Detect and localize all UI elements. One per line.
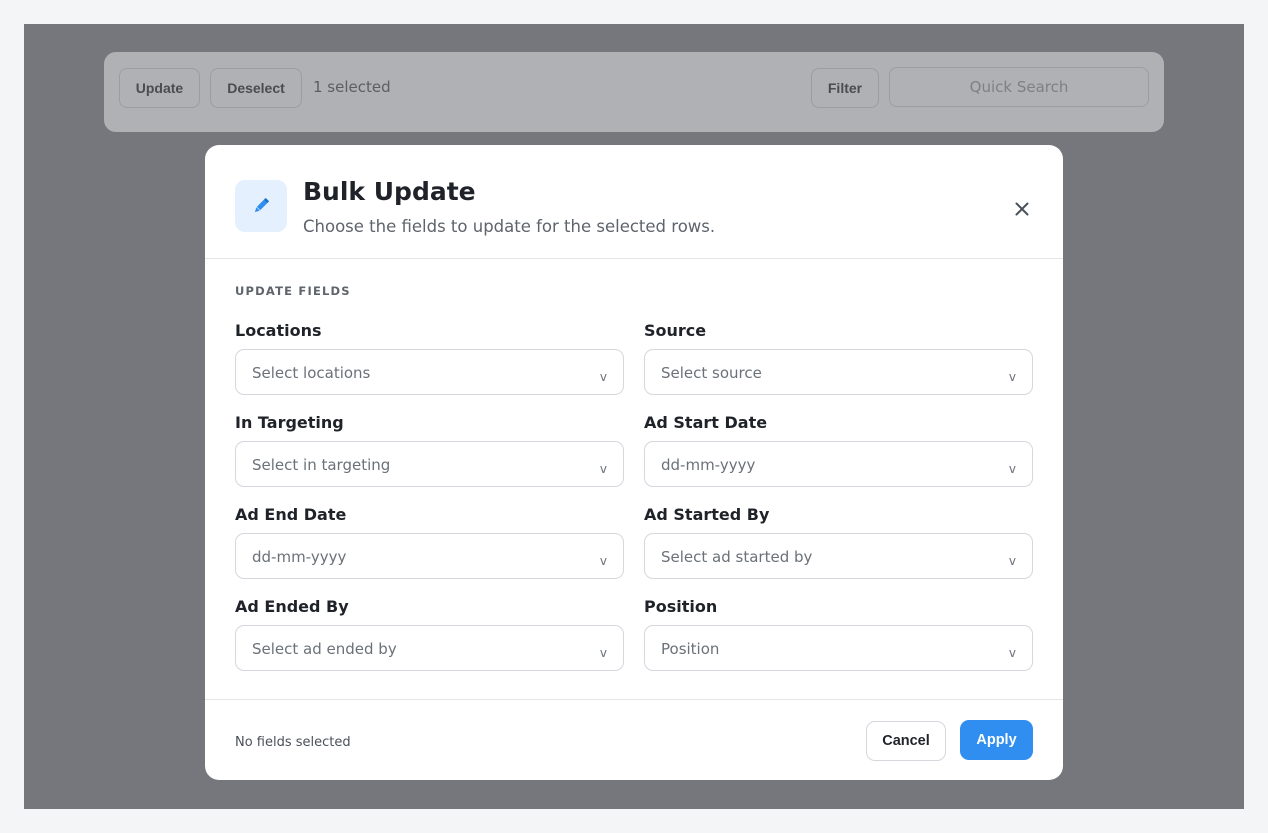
field-label-locations: Locations <box>235 321 322 340</box>
ad-start-date-input[interactable]: dd-mm-yyyy v <box>644 441 1033 487</box>
modal-footer: No fields selected Cancel Apply <box>205 699 1063 780</box>
ad-started-by-select[interactable]: Select ad started by v <box>644 533 1033 579</box>
modal-subtitle: Choose the fields to update for the sele… <box>303 217 716 236</box>
field-label-ad-end-date: Ad End Date <box>235 505 347 524</box>
chevron-down-icon: v <box>599 370 607 384</box>
chevron-down-icon: v <box>1008 646 1016 660</box>
locations-select[interactable]: Select locations v <box>235 349 624 395</box>
field-label-ad-started-by: Ad Started By <box>644 505 770 524</box>
select-placeholder: Select ad started by <box>661 548 813 566</box>
pencil-icon <box>254 198 269 213</box>
select-placeholder: dd-mm-yyyy <box>252 548 347 566</box>
ad-ended-by-select[interactable]: Select ad ended by v <box>235 625 624 671</box>
ad-end-date-input[interactable]: dd-mm-yyyy v <box>235 533 624 579</box>
select-placeholder: Position <box>661 640 720 658</box>
select-placeholder: Select in targeting <box>252 456 391 474</box>
chevron-down-icon: v <box>1008 554 1016 568</box>
chevron-down-icon: v <box>599 646 607 660</box>
chevron-down-icon: v <box>1008 370 1016 384</box>
field-label-position: Position <box>644 597 718 616</box>
chevron-down-icon: v <box>1008 462 1016 476</box>
chevron-down-icon: v <box>599 554 607 568</box>
selection-status: No fields selected <box>235 735 351 750</box>
select-placeholder: dd-mm-yyyy <box>661 456 756 474</box>
deselect-button[interactable]: Deselect <box>210 68 302 108</box>
field-label-ad-ended-by: Ad Ended By <box>235 597 349 616</box>
select-placeholder: Select source <box>661 364 762 382</box>
source-select[interactable]: Select source v <box>644 349 1033 395</box>
quick-search-input[interactable]: Quick Search <box>889 67 1149 107</box>
modal-title: Bulk Update <box>303 177 476 206</box>
update-button[interactable]: Update <box>119 68 200 108</box>
bulk-update-modal: Bulk Update Choose the fields to update … <box>205 145 1063 780</box>
selected-count: 1 selected <box>313 78 391 96</box>
chevron-down-icon: v <box>599 462 607 476</box>
position-select[interactable]: Position v <box>644 625 1033 671</box>
section-label: UPDATE FIELDS <box>235 284 351 298</box>
filter-button[interactable]: Filter <box>811 68 879 108</box>
table-toolbar: Update Deselect 1 selected Filter Quick … <box>104 52 1164 132</box>
select-placeholder: Select locations <box>252 364 371 382</box>
close-button[interactable] <box>1011 198 1033 220</box>
apply-button[interactable]: Apply <box>960 720 1033 760</box>
header-icon-tile <box>235 180 287 232</box>
select-placeholder: Select ad ended by <box>252 640 397 658</box>
field-label-source: Source <box>644 321 707 340</box>
field-label-ad-start-date: Ad Start Date <box>644 413 768 432</box>
modal-header: Bulk Update Choose the fields to update … <box>205 145 1063 259</box>
in-targeting-select[interactable]: Select in targeting v <box>235 441 624 487</box>
cancel-button[interactable]: Cancel <box>866 721 946 761</box>
field-label-in-targeting: In Targeting <box>235 413 344 432</box>
close-icon <box>1015 202 1029 216</box>
